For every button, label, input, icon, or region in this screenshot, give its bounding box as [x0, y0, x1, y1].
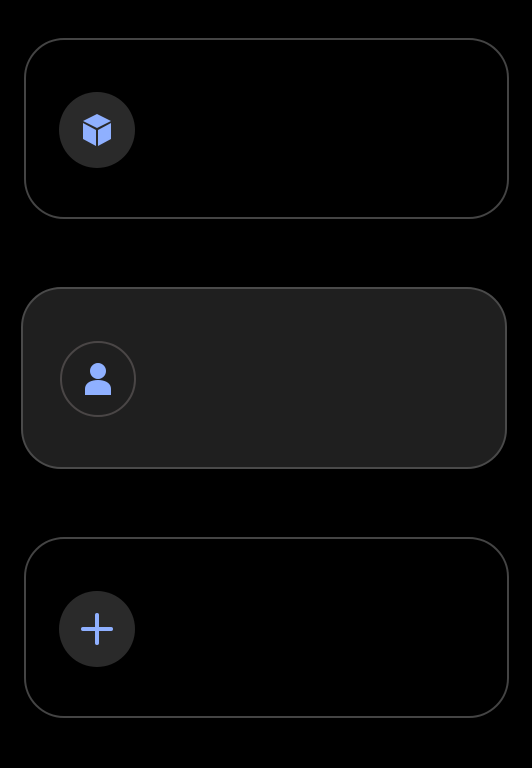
plus-icon — [81, 613, 113, 645]
person-icon — [85, 363, 111, 395]
icon-badge — [59, 591, 135, 667]
icon-badge — [60, 341, 136, 417]
cube-icon — [83, 114, 111, 146]
icon-badge — [59, 92, 135, 168]
option-card-person[interactable] — [21, 287, 507, 469]
option-card-cube[interactable] — [24, 38, 509, 219]
option-card-add[interactable] — [24, 537, 509, 718]
